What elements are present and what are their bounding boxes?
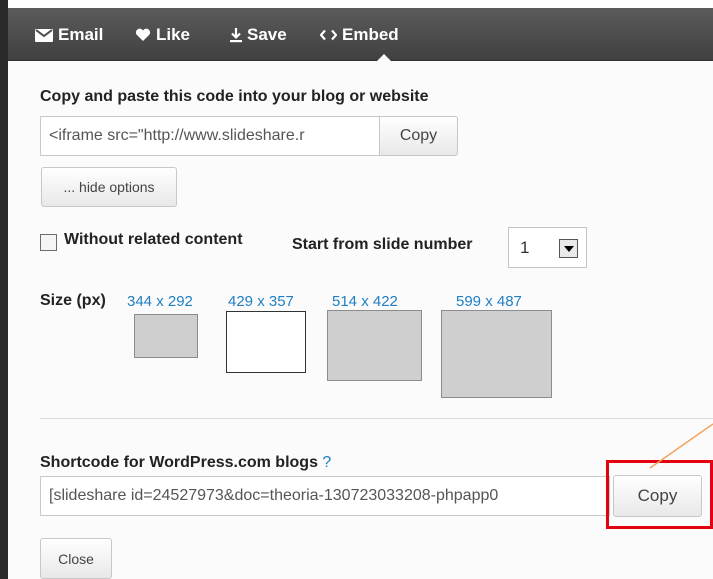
annotation-line (649, 423, 713, 469)
embed-dialog: Email Like Save Embed Copy and paste thi… (0, 0, 713, 579)
close-button[interactable]: Close (40, 538, 112, 579)
close-label: Close (58, 550, 94, 567)
